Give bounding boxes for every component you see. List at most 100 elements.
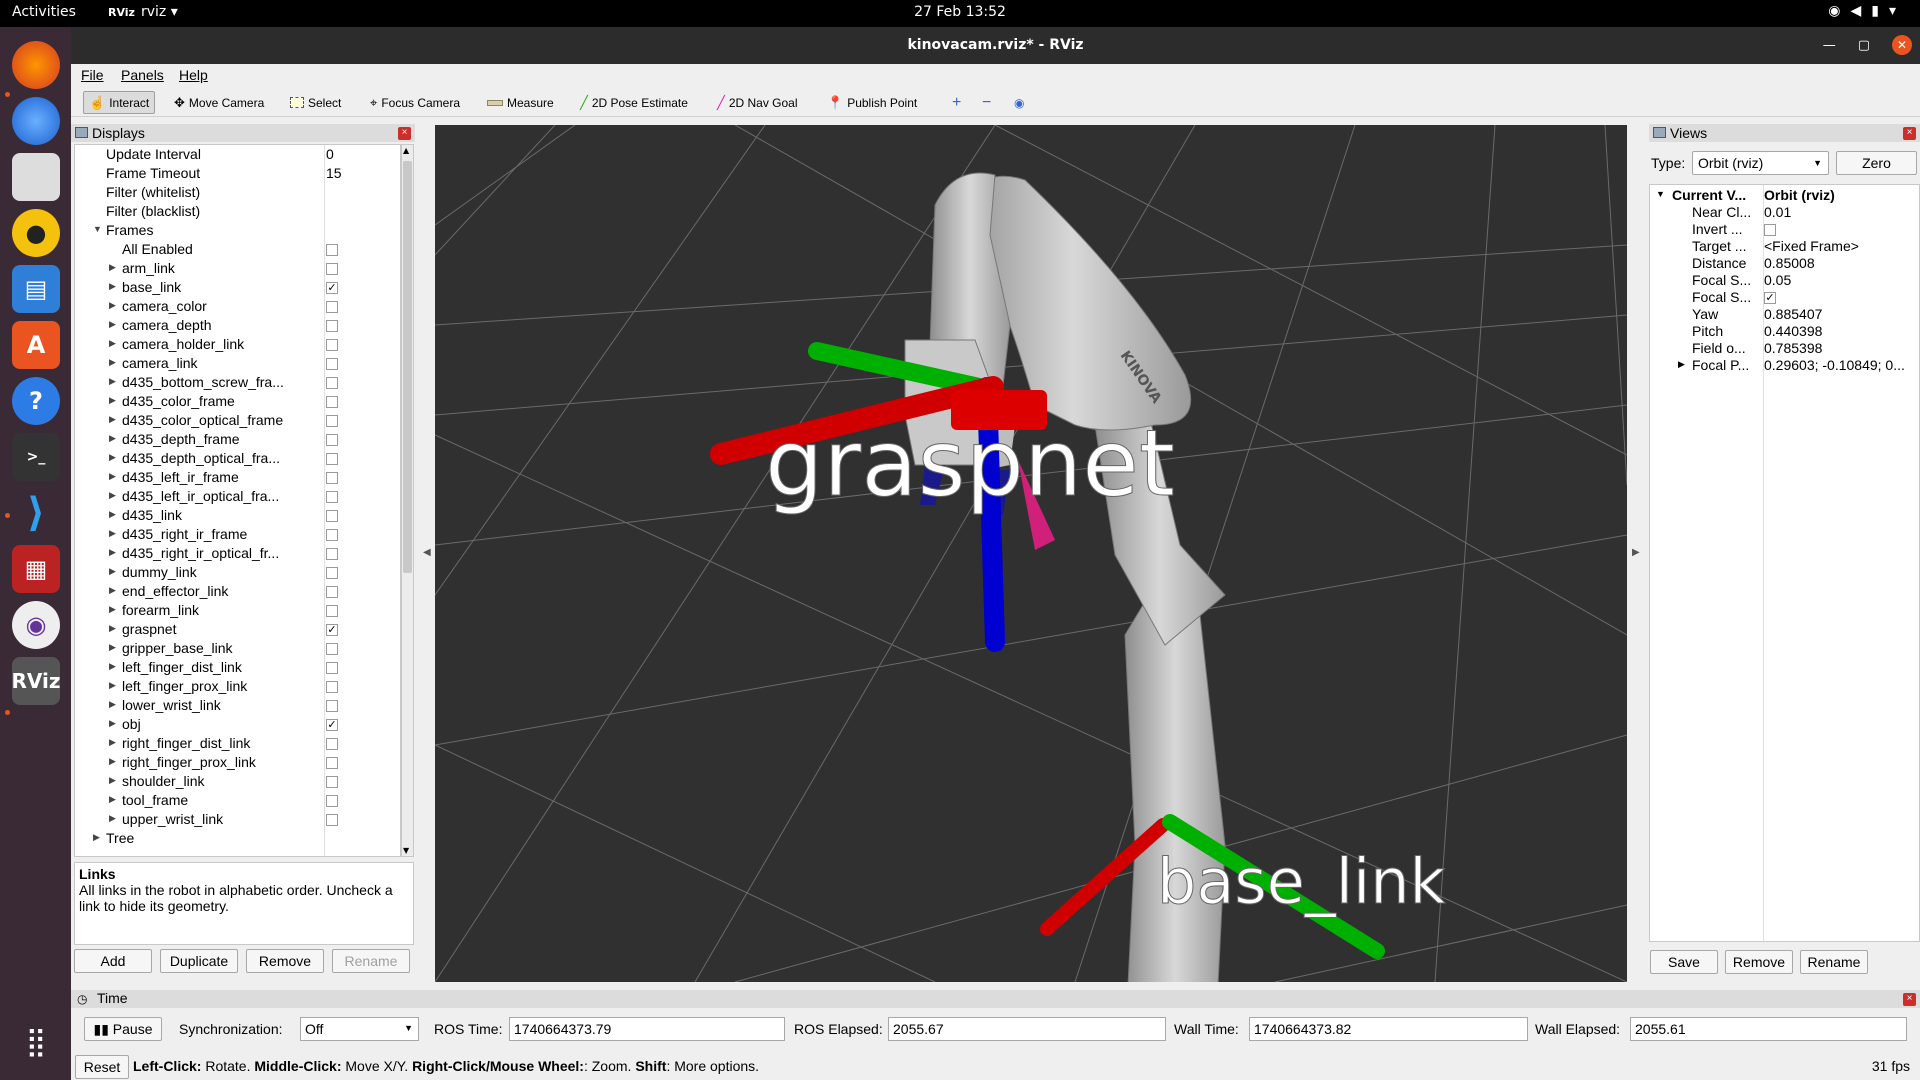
minimize-icon[interactable]: —	[1823, 38, 1836, 53]
right-splitter-arrow-icon[interactable]: ▶	[1632, 547, 1640, 558]
focus-camera-tool[interactable]: ⌖ Focus Camera	[365, 91, 465, 114]
frame-checkbox[interactable]	[326, 377, 338, 389]
expand-arrow-icon[interactable]: ▶	[109, 813, 116, 824]
3d-viewport[interactable]: KINOVA graspnet base_link	[435, 125, 1627, 982]
view-prop-row[interactable]: Invert ...	[1650, 221, 1919, 238]
view-prop-row[interactable]: Target ... <Fixed Frame>	[1650, 238, 1919, 255]
frames-row[interactable]: ▼ Frames	[75, 221, 400, 240]
tool-properties-icon[interactable]: ◉	[1009, 91, 1029, 114]
current-view-row[interactable]: ▼ Current V... Orbit (rviz)	[1650, 187, 1919, 204]
terminal-icon[interactable]: >_	[12, 433, 60, 481]
invert-checkbox[interactable]	[1764, 224, 1776, 236]
expand-arrow-icon[interactable]: ▶	[109, 281, 116, 292]
frame-row[interactable]: ▶ obj ✓	[75, 715, 400, 734]
displays-scrollbar[interactable]: ▲ ▼	[401, 144, 414, 857]
expand-arrow-icon[interactable]: ▶	[109, 490, 116, 501]
files-icon[interactable]	[12, 153, 60, 201]
frame-row[interactable]: ▶ camera_holder_link	[75, 335, 400, 354]
save-view-button[interactable]: Save	[1650, 950, 1718, 974]
frame-checkbox[interactable]	[326, 567, 338, 579]
property-value[interactable]: 15	[326, 165, 342, 181]
pause-button[interactable]: ▮▮ Pause	[84, 1017, 162, 1041]
close-icon[interactable]: ✕	[1892, 35, 1912, 55]
frame-checkbox[interactable]: ✓	[326, 624, 338, 636]
all-enabled-checkbox[interactable]	[326, 244, 338, 256]
frame-row[interactable]: ▶ base_link ✓	[75, 278, 400, 297]
focal-checkbox[interactable]: ✓	[1764, 292, 1776, 304]
menu-file[interactable]: File	[81, 67, 104, 83]
frame-row[interactable]: ▶ lower_wrist_link	[75, 696, 400, 715]
select-tool[interactable]: Select	[285, 91, 346, 114]
close-panel-icon[interactable]: ×	[398, 127, 411, 140]
frame-row[interactable]: ▶ left_finger_prox_link	[75, 677, 400, 696]
view-prop-value[interactable]: 0.05	[1764, 272, 1791, 288]
rhythmbox-icon[interactable]: ●	[12, 209, 60, 257]
frame-checkbox[interactable]	[326, 643, 338, 655]
property-row[interactable]: Frame Timeout 15	[75, 164, 400, 183]
menu-panels[interactable]: Panels	[121, 67, 164, 83]
view-prop-row[interactable]: Focal S... ✓	[1650, 289, 1919, 306]
expand-arrow-icon[interactable]: ▶	[93, 832, 100, 843]
frame-row[interactable]: ▶ d435_left_ir_frame	[75, 468, 400, 487]
frame-checkbox[interactable]	[326, 700, 338, 712]
frame-row[interactable]: ▶ right_finger_dist_link	[75, 734, 400, 753]
frame-checkbox[interactable]	[326, 681, 338, 693]
frame-checkbox[interactable]	[326, 491, 338, 503]
property-row[interactable]: Update Interval 0	[75, 145, 400, 164]
expand-arrow-icon[interactable]: ▶	[109, 471, 116, 482]
view-type-select[interactable]: Orbit (rviz) ▼	[1692, 151, 1829, 175]
move-camera-tool[interactable]: ✥ Move Camera	[169, 91, 269, 114]
frame-checkbox[interactable]	[326, 662, 338, 674]
property-row[interactable]: Filter (whitelist)	[75, 183, 400, 202]
frame-row[interactable]: ▶ graspnet ✓	[75, 620, 400, 639]
frame-checkbox[interactable]	[326, 757, 338, 769]
clock[interactable]: 27 Feb 13:52	[0, 4, 1920, 20]
expand-arrow-icon[interactable]: ▼	[1656, 189, 1665, 199]
wall-time-field[interactable]: 1740664373.82	[1249, 1017, 1528, 1041]
expand-arrow-icon[interactable]: ▶	[109, 262, 116, 273]
rviz-icon[interactable]: RViz	[11, 657, 61, 705]
expand-arrow-icon[interactable]: ▶	[109, 528, 116, 539]
expand-arrow-icon[interactable]: ▶	[109, 604, 116, 615]
frame-checkbox[interactable]	[326, 776, 338, 788]
help-icon[interactable]: ?	[12, 377, 60, 425]
frame-checkbox[interactable]	[326, 263, 338, 275]
nav-goal-tool[interactable]: ╱ 2D Nav Goal	[712, 91, 803, 114]
displays-tree[interactable]: Update Interval 0 Frame Timeout 15 Filter (w…	[74, 144, 401, 857]
expand-arrow-icon[interactable]: ▶	[109, 319, 116, 330]
frame-checkbox[interactable]	[326, 548, 338, 560]
frame-row[interactable]: ▶ gripper_base_link	[75, 639, 400, 658]
expand-arrow-icon[interactable]: ▶	[109, 642, 116, 653]
frame-row[interactable]: ▶ d435_color_frame	[75, 392, 400, 411]
all-enabled-row[interactable]: All Enabled	[75, 240, 400, 259]
view-prop-row[interactable]: Distance 0.85008	[1650, 255, 1919, 272]
view-prop-row[interactable]: Focal S... 0.05	[1650, 272, 1919, 289]
expand-arrow-icon[interactable]: ▶	[109, 357, 116, 368]
view-prop-value[interactable]: 0.01	[1764, 204, 1791, 220]
frame-row[interactable]: ▶ shoulder_link	[75, 772, 400, 791]
expand-arrow-icon[interactable]: ▶	[109, 433, 116, 444]
zero-button[interactable]: Zero	[1836, 151, 1917, 175]
measure-tool[interactable]: Measure	[482, 91, 559, 114]
frame-row[interactable]: ▶ d435_depth_optical_fra...	[75, 449, 400, 468]
expand-arrow-icon[interactable]: ▶	[109, 452, 116, 463]
expand-arrow-icon[interactable]: ▶	[109, 566, 116, 577]
expand-arrow-icon[interactable]: ▶	[109, 547, 116, 558]
expand-arrow-icon[interactable]: ▶	[109, 699, 116, 710]
expand-arrow-icon[interactable]: ▶	[109, 756, 116, 767]
pose-estimate-tool[interactable]: ╱ 2D Pose Estimate	[575, 91, 693, 114]
expand-arrow-icon[interactable]: ▶	[109, 718, 116, 729]
frame-row[interactable]: ▶ d435_color_optical_frame	[75, 411, 400, 430]
scroll-up-icon[interactable]: ▲	[403, 146, 409, 155]
frame-row[interactable]: ▶ forearm_link	[75, 601, 400, 620]
frame-checkbox[interactable]	[326, 396, 338, 408]
frame-checkbox[interactable]	[326, 453, 338, 465]
view-prop-row[interactable]: Field o... 0.785398	[1650, 340, 1919, 357]
property-value[interactable]: 0	[326, 146, 334, 162]
ros-elapsed-field[interactable]: 2055.67	[888, 1017, 1166, 1041]
expand-arrow-icon[interactable]: ▶	[109, 661, 116, 672]
view-prop-value[interactable]: 0.885407	[1764, 306, 1822, 322]
menu-help[interactable]: Help	[179, 67, 208, 83]
frame-checkbox[interactable]	[326, 605, 338, 617]
expand-arrow-icon[interactable]: ▶	[109, 338, 116, 349]
